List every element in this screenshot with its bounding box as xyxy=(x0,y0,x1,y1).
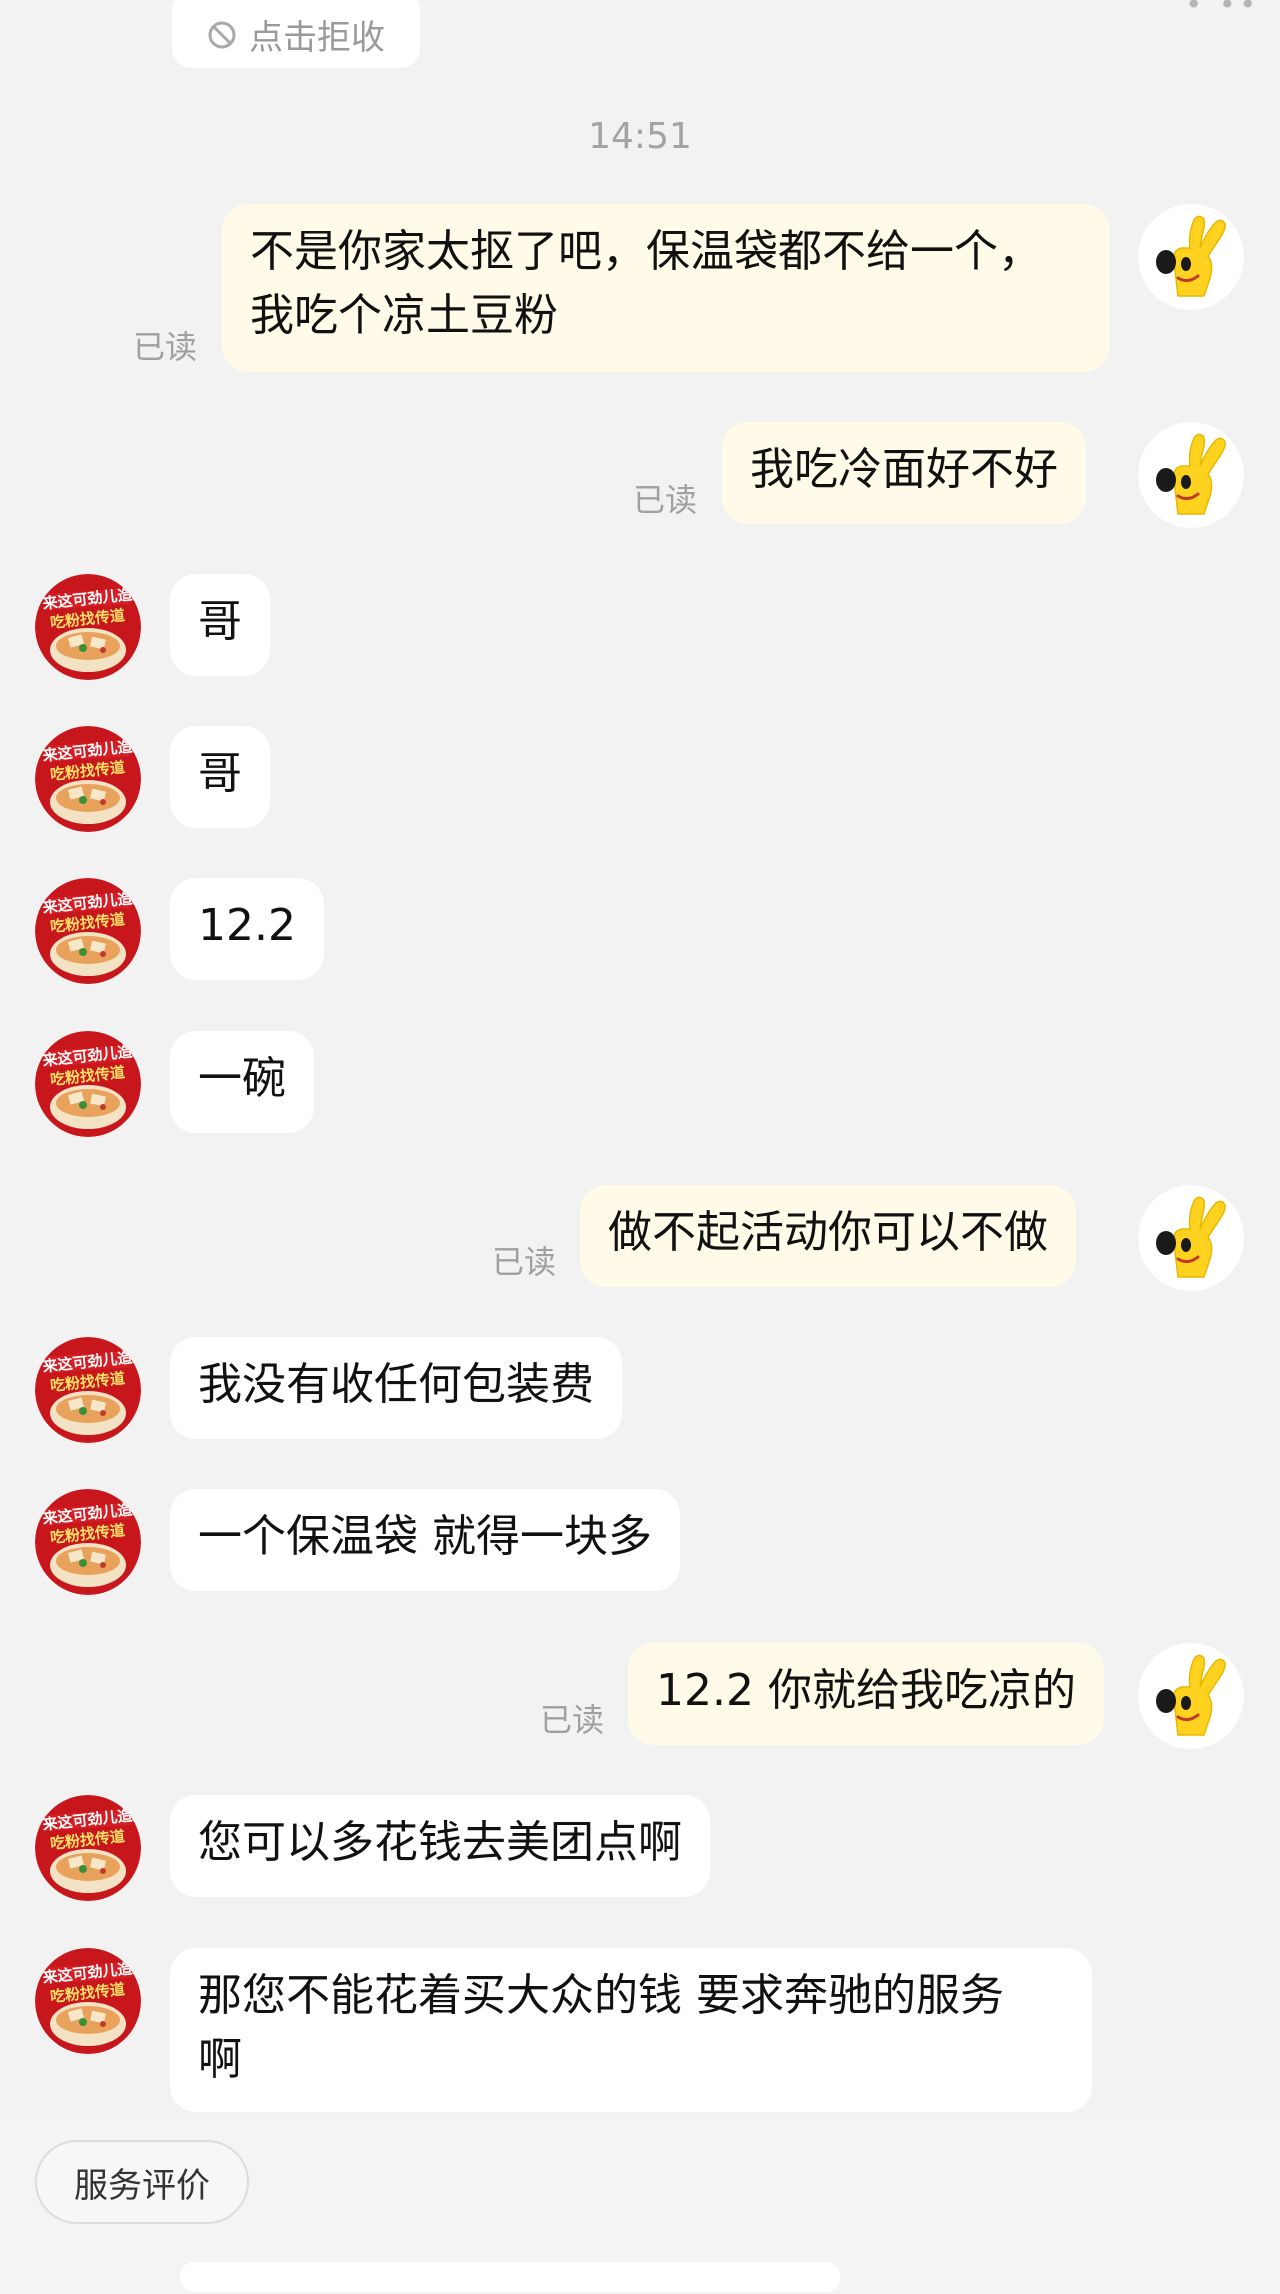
merchant-avatar[interactable]: 来这可劲儿造 吃粉找传道 xyxy=(35,1948,141,2054)
hand-victory-mascot-icon xyxy=(1138,422,1244,528)
message-text: 12.2 你就给我吃凉的 xyxy=(656,1665,1076,1716)
read-receipt: 已读 xyxy=(633,481,698,519)
self-avatar[interactable] xyxy=(1138,204,1244,310)
message-line: 我吃个凉土豆粉 xyxy=(250,290,558,341)
outgoing-message-bubble[interactable]: 做不起活动你可以不做 xyxy=(580,1185,1076,1287)
message-line: 啊 xyxy=(198,2034,242,2085)
noodle-shop-logo-icon: 来这可劲儿造 吃粉找传道 xyxy=(35,1337,141,1443)
top-status-fragment: • •• xyxy=(1185,0,1260,21)
incoming-message-bubble[interactable]: 哥 xyxy=(170,726,270,828)
incoming-message-bubble[interactable]: 您可以多花钱去美团点啊 xyxy=(170,1795,710,1897)
merchant-avatar[interactable]: 来这可劲儿造 吃粉找传道 xyxy=(35,1795,141,1901)
blocked-icon xyxy=(207,19,237,49)
self-avatar[interactable] xyxy=(1138,1185,1244,1291)
message-timestamp: 14:51 xyxy=(588,116,692,157)
hand-victory-mascot-icon xyxy=(1138,1185,1244,1291)
message-text: 我吃冷面好不好 xyxy=(750,444,1058,495)
self-avatar[interactable] xyxy=(1138,422,1244,528)
noodle-shop-logo-icon: 来这可劲儿造 吃粉找传道 xyxy=(35,574,141,680)
service-rating-button[interactable]: 服务评价 xyxy=(35,2140,249,2224)
self-avatar[interactable] xyxy=(1138,1643,1244,1749)
message-text: 哥 xyxy=(198,596,242,647)
noodle-shop-logo-icon: 来这可劲儿造 吃粉找传道 xyxy=(35,1031,141,1137)
message-line: 那您不能花着买大众的钱 要求奔驰的服务 xyxy=(198,1970,1004,2021)
message-text: 我没有收任何包装费 xyxy=(198,1359,594,1410)
merchant-avatar[interactable]: 来这可劲儿造 吃粉找传道 xyxy=(35,726,141,832)
hand-victory-mascot-icon xyxy=(1138,1643,1244,1749)
noodle-shop-logo-icon: 来这可劲儿造 吃粉找传道 xyxy=(35,1795,141,1901)
outgoing-message-bubble[interactable]: 不是你家太抠了吧，保温袋都不给一个， 我吃个凉土豆粉 xyxy=(222,204,1110,372)
hand-victory-mascot-icon xyxy=(1138,204,1244,310)
noodle-shop-logo-icon: 来这可劲儿造 吃粉找传道 xyxy=(35,726,141,832)
merchant-avatar[interactable]: 来这可劲儿造 吃粉找传道 xyxy=(35,1031,141,1137)
noodle-shop-logo-icon: 来这可劲儿造 吃粉找传道 xyxy=(35,1948,141,2054)
read-receipt: 已读 xyxy=(133,328,198,366)
message-text: 一碗 xyxy=(198,1053,286,1104)
input-area-edge xyxy=(180,2262,840,2292)
reject-notice-label: 点击拒收 xyxy=(249,17,385,58)
message-text: 12.2 xyxy=(198,900,296,951)
incoming-message-bubble[interactable]: 一个保温袋 就得一块多 xyxy=(170,1489,680,1591)
noodle-shop-logo-icon: 来这可劲儿造 吃粉找传道 xyxy=(35,878,141,984)
incoming-message-bubble[interactable]: 12.2 xyxy=(170,878,324,980)
merchant-avatar[interactable]: 来这可劲儿造 吃粉找传道 xyxy=(35,574,141,680)
incoming-message-bubble[interactable]: 一碗 xyxy=(170,1031,314,1133)
outgoing-message-bubble[interactable]: 12.2 你就给我吃凉的 xyxy=(628,1643,1104,1745)
incoming-message-bubble[interactable]: 我没有收任何包装费 xyxy=(170,1337,622,1439)
read-receipt: 已读 xyxy=(492,1243,557,1281)
message-text: 一个保温袋 就得一块多 xyxy=(198,1511,652,1562)
reject-notice[interactable]: 点击拒收 xyxy=(172,0,420,68)
merchant-avatar[interactable]: 来这可劲儿造 吃粉找传道 xyxy=(35,1337,141,1443)
merchant-avatar[interactable]: 来这可劲儿造 吃粉找传道 xyxy=(35,878,141,984)
message-line: 不是你家太抠了吧，保温袋都不给一个， xyxy=(250,226,1042,277)
message-text: 哥 xyxy=(198,748,242,799)
outgoing-message-bubble[interactable]: 我吃冷面好不好 xyxy=(722,422,1086,524)
read-receipt: 已读 xyxy=(540,1701,605,1739)
message-text: 您可以多花钱去美团点啊 xyxy=(198,1817,682,1868)
incoming-message-bubble[interactable]: 那您不能花着买大众的钱 要求奔驰的服务 啊 xyxy=(170,1948,1092,2112)
noodle-shop-logo-icon: 来这可劲儿造 吃粉找传道 xyxy=(35,1489,141,1595)
incoming-message-bubble[interactable]: 哥 xyxy=(170,574,270,676)
message-text: 做不起活动你可以不做 xyxy=(608,1207,1048,1258)
merchant-avatar[interactable]: 来这可劲儿造 吃粉找传道 xyxy=(35,1489,141,1595)
